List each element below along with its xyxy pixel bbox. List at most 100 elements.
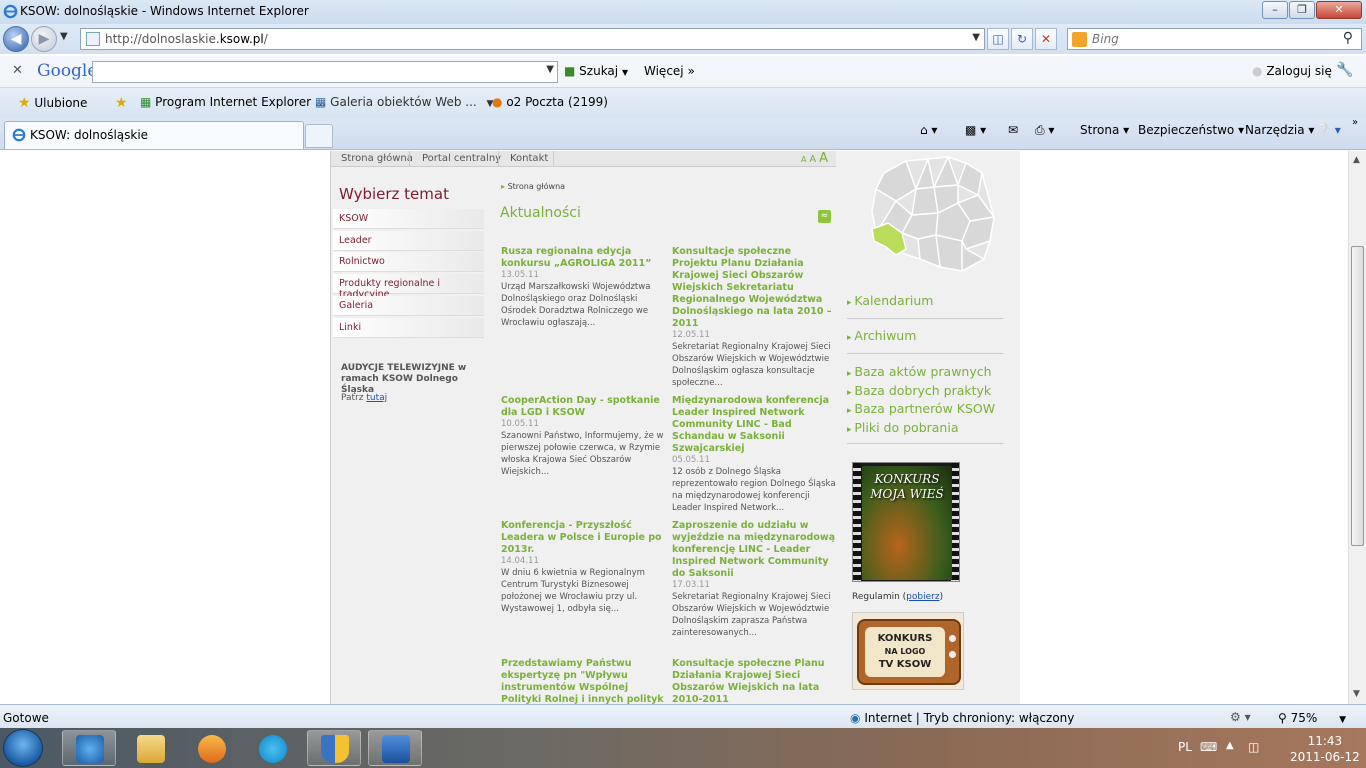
vertical-scrollbar[interactable]: ▲ ▼ (1348, 151, 1366, 704)
favorite-item[interactable]: ● o2 Poczta (2199) (492, 95, 608, 109)
link-kalendarium[interactable]: Kalendarium (847, 293, 933, 308)
print-icon[interactable]: ⎙ ▾ (1035, 123, 1054, 138)
address-bar[interactable]: http://dolnoslaskie.ksow.pl/ ▼ (80, 28, 985, 50)
news-excerpt: 12 osób z Dolnego Śląska reprezentowało … (672, 467, 836, 513)
poland-map[interactable] (866, 155, 996, 275)
refresh-icon[interactable]: ↻ (1011, 28, 1033, 50)
font-size-switch[interactable]: A A A (801, 151, 828, 166)
taskbar-media-player[interactable] (184, 730, 238, 766)
help-icon[interactable]: ❔ ▾ (1316, 123, 1341, 137)
zoom-level[interactable]: ⚲ 75% ▼ (1278, 711, 1346, 725)
address-url[interactable]: http://dolnoslaskie.ksow.pl/ (105, 32, 268, 46)
minimize-button[interactable]: – (1262, 1, 1288, 19)
news-item[interactable]: Konferencja - Przyszłość Leadera w Polsc… (501, 520, 666, 615)
tab-active[interactable]: KSOW: dolnośląskie (4, 121, 304, 149)
page-menu[interactable]: Strona ▾ (1080, 123, 1129, 137)
news-title[interactable]: Konsultacje społeczne Planu Działania Kr… (672, 658, 837, 704)
news-title[interactable]: Międzynarodowa konferencja Leader Inspir… (672, 395, 837, 455)
wrench-icon[interactable]: 🔧 (1336, 62, 1353, 78)
news-title[interactable]: Konferencja - Przyszłość Leadera w Polsc… (501, 520, 666, 556)
news-item[interactable]: Konsultacje społeczne Planu Działania Kr… (672, 658, 837, 704)
news-item[interactable]: Konsultacje społeczne Projektu Planu Dzi… (672, 246, 837, 389)
news-title[interactable]: Konsultacje społeczne Projektu Planu Dzi… (672, 246, 837, 330)
maximize-button[interactable]: ❐ (1289, 1, 1315, 19)
nav-contact[interactable]: Kontakt (510, 153, 548, 164)
menu-item-produkty[interactable]: Produkty regionalne i tradycyjne (333, 274, 484, 300)
start-button[interactable] (3, 729, 43, 767)
tools-menu[interactable]: Narzędzia ▾ (1245, 123, 1314, 137)
mail-icon[interactable]: ✉ (1008, 123, 1018, 137)
search-icon[interactable]: ⚲ (1343, 30, 1353, 46)
scroll-up-icon[interactable]: ▲ (1353, 155, 1360, 165)
news-item[interactable]: Rusza regionalna edycja konkursu „AGROLI… (501, 246, 666, 329)
scroll-thumb[interactable] (1351, 246, 1364, 546)
menu-item-leader[interactable]: Leader (333, 231, 484, 251)
news-item[interactable]: Międzynarodowa konferencja Leader Inspir… (672, 395, 837, 514)
google-search-button[interactable]: ■ Szukaj ▼ (564, 64, 628, 78)
more-button[interactable]: Więcej » (644, 64, 695, 78)
rss-icon[interactable]: ≈ (818, 210, 831, 223)
new-tab-button[interactable] (305, 124, 333, 148)
security-zone[interactable]: ◉ Internet | Tryb chroniony: włączony (850, 711, 1074, 725)
google-search-input[interactable]: ▼ (92, 61, 558, 83)
home-icon[interactable]: ⌂ ▾ (920, 123, 937, 137)
favorites-button[interactable]: ★ Ulubione (18, 95, 87, 111)
news-item[interactable]: Zaproszenie do udziału w wyjeździe na mi… (672, 520, 837, 639)
tray-expand-icon[interactable]: ▲ (1226, 740, 1234, 751)
login-button[interactable]: ● Zaloguj się (1252, 64, 1332, 78)
news-title[interactable]: Przedstawiamy Państwu ekspertyzę pn "Wpł… (501, 658, 666, 704)
taskbar-ie[interactable] (62, 730, 116, 766)
keyboard-icon[interactable]: ⌨ (1200, 740, 1217, 754)
stop-icon[interactable]: ✕ (1035, 28, 1057, 50)
link-baza-praktyk[interactable]: Baza dobrych praktyk (847, 383, 991, 398)
forward-button[interactable]: ▶ (31, 26, 57, 52)
menu-item-galeria[interactable]: Galeria (333, 296, 484, 316)
nav-portal[interactable]: Portal centralny (422, 153, 501, 164)
safety-menu[interactable]: Bezpieczeństwo ▾ (1138, 123, 1244, 137)
link-baza-aktow[interactable]: Baza aktów prawnych (847, 364, 991, 379)
contest-poster-tv-logo[interactable]: KONKURS NA LOGO TV KSOW (852, 612, 964, 690)
news-column: Strona główna Aktualności ≈ Rusza region… (491, 167, 836, 704)
download-rules-link[interactable]: pobierz (906, 592, 939, 602)
protected-mode-icon[interactable]: ⚙ ▾ (1230, 710, 1251, 724)
nav-home[interactable]: Strona główna (341, 153, 413, 164)
favorite-item[interactable]: ▦ Program Internet Explorer ... (140, 95, 326, 109)
link-archiwum[interactable]: Archiwum (847, 328, 916, 343)
address-dropdown-icon[interactable]: ▼ (972, 32, 980, 43)
scroll-down-icon[interactable]: ▼ (1353, 689, 1360, 699)
rules: Regulamin (pobierz) (852, 592, 944, 602)
clock[interactable]: 11:43 2011-06-12 (1290, 733, 1360, 765)
language-indicator[interactable]: PL (1178, 740, 1192, 754)
news-title[interactable]: Rusza regionalna edycja konkursu „AGROLI… (501, 246, 666, 270)
close-button[interactable]: ✕ (1316, 1, 1362, 19)
taskbar-skype[interactable] (245, 730, 299, 766)
favorite-item[interactable]: ▦ Galeria obiektów Web ... ▼ (315, 95, 493, 109)
chevron-more-icon[interactable]: » (1352, 117, 1358, 128)
favorites-bar: ★ Ulubione ★ ▦ Program Internet Explorer… (0, 88, 1366, 118)
add-favorite-icon[interactable]: ★ (115, 95, 128, 111)
taskbar-security[interactable] (307, 730, 361, 766)
compatibility-icon[interactable]: ◫ (987, 28, 1009, 50)
menu-item-linki[interactable]: Linki (333, 318, 484, 338)
chevron-down-icon[interactable]: ▼ (546, 64, 554, 75)
news-title[interactable]: CooperAction Day - spotkanie dla LGD i K… (501, 395, 666, 419)
history-dropdown-icon[interactable]: ▼ (60, 31, 68, 42)
news-title[interactable]: Zaproszenie do udziału w wyjeździe na mi… (672, 520, 837, 580)
menu-item-rolnictwo[interactable]: Rolnictwo (333, 252, 484, 272)
back-button[interactable]: ◀ (3, 26, 29, 52)
taskbar-explorer[interactable] (123, 730, 177, 766)
toolbar-close-icon[interactable]: ✕ (12, 63, 23, 78)
rss-feed-icon[interactable]: ▩ ▾ (965, 123, 986, 137)
news-item[interactable]: Przedstawiamy Państwu ekspertyzę pn "Wpł… (501, 658, 666, 704)
taskbar-word[interactable] (368, 730, 422, 766)
link-pliki[interactable]: Pliki do pobrania (847, 420, 958, 435)
menu-item-ksow[interactable]: KSOW (333, 209, 484, 229)
network-icon[interactable]: ◫ (1248, 740, 1259, 754)
see-here-link[interactable]: tutaj (366, 393, 387, 403)
news-item[interactable]: CooperAction Day - spotkanie dla LGD i K… (501, 395, 666, 478)
link-baza-partnerow[interactable]: Baza partnerów KSOW (847, 401, 995, 416)
search-box[interactable]: Bing ⚲ (1067, 28, 1362, 50)
news-heading: Aktualności (500, 205, 581, 221)
contest-poster-moja-wies[interactable]: KONKURS MOJA WIEŚ (852, 462, 960, 582)
breadcrumb[interactable]: Strona główna (501, 182, 566, 191)
